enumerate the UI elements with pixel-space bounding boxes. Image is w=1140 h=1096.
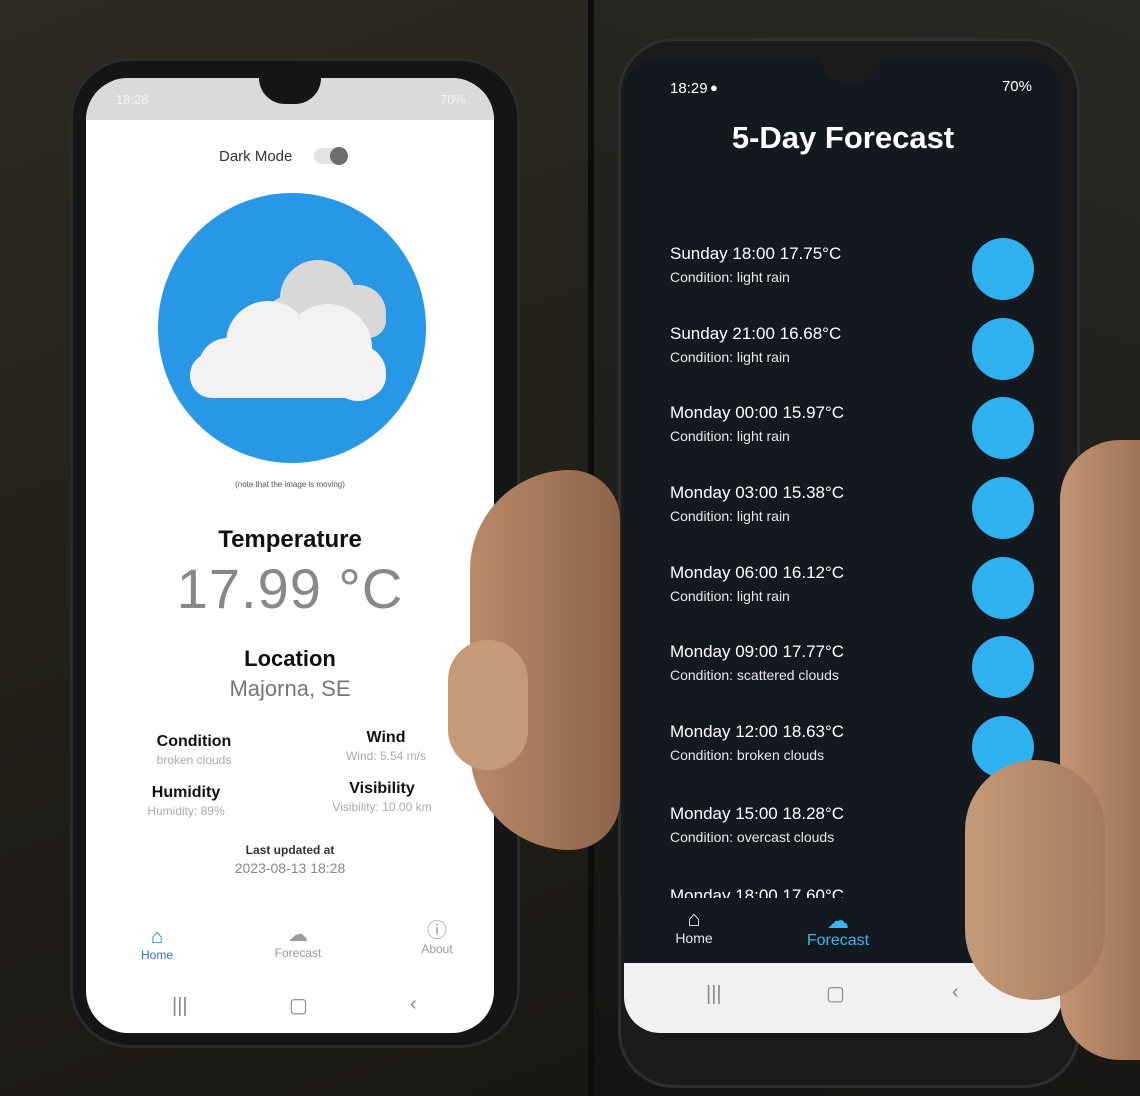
thumb-left [448,640,528,770]
cloud-icon [190,260,386,401]
forecast-row: Monday 09:00 17.77°C Condition: scattere… [670,636,1040,712]
recent-apps-icon[interactable]: ||| [706,983,722,1006]
nav-forecast-label: Forecast [274,946,322,960]
temperature-value: 17.99 °C [176,557,404,620]
back-icon[interactable]: ‹ [952,981,959,1004]
nav-home[interactable]: ⌂ Home [112,926,202,962]
status-time: 18:28 [116,92,149,107]
status-battery: 70% [439,92,466,107]
status-icons: ● [710,80,718,95]
thumb-right [965,760,1105,1000]
wind-label: Wind [366,729,406,746]
camera-notch [820,58,882,82]
last-updated-value: 2023-08-13 18:28 [234,860,346,876]
info-icon: ⓘ [427,920,447,942]
forecast-row: Monday 00:00 15.97°C Condition: light ra… [670,397,1040,473]
nav-home-label: Home [675,930,713,946]
humidity-block: Humidity Humidity: 89% [106,784,266,818]
rain-cloud-icon [972,238,1034,300]
back-icon[interactable]: ‹ [410,993,417,1016]
nav-forecast[interactable]: ☁ Forecast [253,924,343,960]
nav-forecast[interactable]: ☁ Forecast [798,910,878,950]
moving-image-note: (note that the image is moving) [235,480,345,489]
nav-home-label: Home [140,948,173,962]
condition-block: Condition broken clouds [114,733,274,767]
visibility-value: Visibility: 10.00 km [332,800,432,814]
nav-about-label: About [421,942,453,956]
visibility-block: Visibility Visibility: 10.00 km [302,780,462,814]
rain-cloud-icon [972,477,1034,539]
dark-mode-toggle[interactable] [314,147,348,165]
home-button-icon[interactable]: ▢ [826,981,845,1006]
forecast-title: 5-Day Forecast [731,120,955,155]
humidity-label: Humidity [151,784,221,801]
screen-home-light: 18:28 70% Dark Mode (note that the image… [86,78,494,1033]
cloud-icon [972,636,1034,698]
condition-label: Condition [156,733,232,750]
forecast-row: Monday 06:00 16.12°C Condition: light ra… [670,557,1040,633]
forecast-row: Sunday 18:00 17.75°C Condition: light ra… [670,238,1040,314]
rain-cloud-icon [972,397,1034,459]
forecast-row: Monday 03:00 15.38°C Condition: light ra… [670,477,1040,553]
weather-image [158,193,426,463]
location-value: Majorna, SE [229,676,351,701]
humidity-value: Humidity: 89% [147,804,225,818]
condition-value: broken clouds [156,753,232,767]
forecast-row: Sunday 21:00 16.68°C Condition: light ra… [670,318,1040,394]
recent-apps-icon[interactable]: ||| [172,995,188,1018]
wind-block: Wind Wind: 5.54 m/s [306,729,466,763]
system-nav-bar: ||| ▢ ‹ [86,983,494,1023]
home-button-icon[interactable]: ▢ [289,993,308,1018]
dark-mode-label: Dark Mode [219,148,293,165]
last-updated-label: Last updated at [245,843,335,857]
cloud-icon: ☁ [827,908,849,933]
location-label: Location [244,646,336,671]
wind-value: Wind: 5.54 m/s [345,749,427,763]
nav-about[interactable]: ⓘ About [392,920,482,956]
toggle-knob [330,147,348,165]
home-icon: ⌂ [150,926,164,948]
home-icon: ⌂ [687,906,701,931]
nav-forecast-label: Forecast [806,932,870,949]
rain-cloud-icon [972,318,1034,380]
status-time: 18:29 [670,80,708,97]
visibility-label: Visibility [349,780,415,797]
rain-cloud-icon [972,557,1034,619]
temperature-label: Temperature [218,526,362,553]
status-battery: 70% [1001,78,1032,95]
nav-home[interactable]: ⌂ Home [654,906,734,947]
cloud-icon: ☁ [288,924,308,946]
